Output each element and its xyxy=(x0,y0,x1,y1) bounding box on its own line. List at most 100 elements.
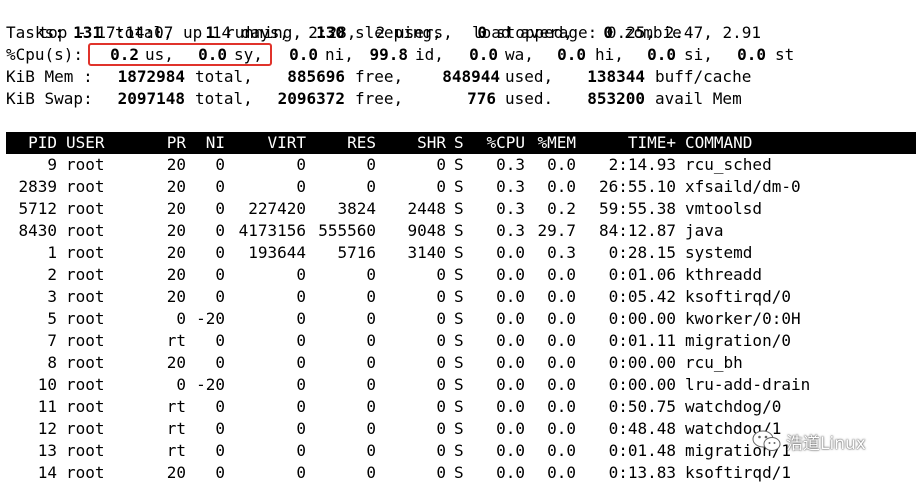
cell-mem: 29.7 xyxy=(537,221,576,240)
cell-pr: 20 xyxy=(166,243,186,262)
cell-mem: 0.0 xyxy=(547,265,576,284)
table-row: 2839 root 20 0 0 0 0 S 0.3 0.0 26:55.10 xfsaild/dm-… xyxy=(0,176,916,198)
cell-ni: 0 xyxy=(215,419,225,438)
tasks-zombie-label: zombie xyxy=(624,23,682,42)
tasks-stopped-label: stopped, xyxy=(496,23,574,42)
cell-mem: 0.0 xyxy=(547,463,576,482)
watermark-text: 浩道Linux xyxy=(786,433,866,454)
cell-pid: 10 xyxy=(37,375,57,394)
cell-virt: 0 xyxy=(296,265,306,284)
cell-cpu: 0.0 xyxy=(496,441,525,460)
mem-free: 885696 xyxy=(287,67,345,86)
cell-mem: 0.0 xyxy=(547,331,576,350)
cell-pr: rt xyxy=(166,331,186,350)
col-s: S xyxy=(454,133,464,152)
cell-time: 0:01.06 xyxy=(608,265,676,284)
swap-used-label: used. xyxy=(505,89,554,108)
cell-user: root xyxy=(66,155,105,174)
cell-virt: 0 xyxy=(296,441,306,460)
cell-cpu: 0.0 xyxy=(496,265,525,284)
cell-virt: 0 xyxy=(296,155,306,174)
cell-res: 0 xyxy=(366,419,376,438)
cell-pr: 20 xyxy=(166,463,186,482)
cell-virt: 0 xyxy=(296,397,306,416)
cell-s: S xyxy=(454,265,464,284)
cell-pr: rt xyxy=(166,441,186,460)
table-row: 5712 root 20 0 227420 3824 2448 S 0.3 0.2 59:55.38… xyxy=(0,198,916,220)
cell-mem: 0.3 xyxy=(547,243,576,262)
cell-shr: 0 xyxy=(436,309,446,328)
cell-res: 0 xyxy=(366,309,376,328)
cell-user: root xyxy=(66,375,105,394)
cell-command: migration/0 xyxy=(685,331,791,350)
cell-s: S xyxy=(454,221,464,240)
mem-used: 848944 xyxy=(442,67,500,86)
tasks-total: 131 xyxy=(73,23,102,42)
cell-pid: 12 xyxy=(37,419,57,438)
cell-user: root xyxy=(66,353,105,372)
cell-command: kthreadd xyxy=(685,265,763,284)
tasks-line: Tasks: 131 total, 1 running, 130 sleepin… xyxy=(0,22,916,44)
table-row: 8 root 20 0 0 0 0 S 0.0 0.0 0:00.00 rcu_bh xyxy=(0,352,916,374)
cell-pr: 20 xyxy=(166,155,186,174)
cell-pid: 2 xyxy=(47,265,57,284)
cell-time: 2:14.93 xyxy=(608,155,676,174)
cell-command: watchdog/0 xyxy=(685,397,782,416)
col-pid: PID xyxy=(28,133,57,152)
cell-shr: 0 xyxy=(436,397,446,416)
swap-line: KiB Swap: 2097148 total, 2096372 free, 7… xyxy=(0,88,916,110)
swap-free: 2096372 xyxy=(277,89,345,108)
cell-shr: 0 xyxy=(436,353,446,372)
cell-time: 0:01.11 xyxy=(608,331,676,350)
col-user: USER xyxy=(66,133,105,152)
col-cpu: %CPU xyxy=(486,133,525,152)
col-virt: VIRT xyxy=(267,133,306,152)
swap-label: KiB Swap: xyxy=(6,89,93,108)
mem-free-label: free, xyxy=(355,67,404,86)
cpu-ni-label: ni, xyxy=(325,45,354,64)
swap-avail-label: avail Mem xyxy=(655,89,742,108)
col-time: TIME+ xyxy=(627,133,676,152)
cell-time: 0:01.48 xyxy=(608,441,676,460)
cell-command: vmtoolsd xyxy=(685,199,763,218)
cell-pid: 14 xyxy=(37,463,57,482)
cell-command: xfsaild/dm-0 xyxy=(685,177,801,196)
cell-user: root xyxy=(66,243,105,262)
cell-virt: 227420 xyxy=(248,199,306,218)
cell-s: S xyxy=(454,419,464,438)
cell-pid: 1 xyxy=(47,243,57,262)
cell-virt: 0 xyxy=(296,177,306,196)
cell-res: 0 xyxy=(366,331,376,350)
swap-total-label: total, xyxy=(195,89,253,108)
cell-res: 0 xyxy=(366,353,376,372)
tasks-running-label: running, xyxy=(225,23,303,42)
cpu-hi-label: hi, xyxy=(595,45,624,64)
cell-user: root xyxy=(66,463,105,482)
cell-command: rcu_bh xyxy=(685,353,743,372)
cell-s: S xyxy=(454,397,464,416)
cell-mem: 0.0 xyxy=(547,309,576,328)
cell-s: S xyxy=(454,353,464,372)
cell-res: 0 xyxy=(366,287,376,306)
cell-cpu: 0.3 xyxy=(496,199,525,218)
cell-virt: 0 xyxy=(296,309,306,328)
cell-s: S xyxy=(454,463,464,482)
cell-res: 0 xyxy=(366,441,376,460)
cell-ni: 0 xyxy=(215,243,225,262)
cell-s: S xyxy=(454,441,464,460)
cell-pid: 2839 xyxy=(18,177,57,196)
cpu-hi: 0.0 xyxy=(557,45,586,64)
cpu-label: %Cpu(s): xyxy=(6,45,84,64)
col-res: RES xyxy=(347,133,376,152)
cell-shr: 0 xyxy=(436,287,446,306)
tasks-sleeping: 130 xyxy=(316,23,345,42)
cell-time: 0:48.48 xyxy=(608,419,676,438)
cell-ni: 0 xyxy=(215,287,225,306)
tasks-running: 1 xyxy=(205,23,215,42)
cell-ni: 0 xyxy=(215,199,225,218)
cell-s: S xyxy=(454,177,464,196)
cell-res: 3824 xyxy=(337,199,376,218)
table-row: 3 root 20 0 0 0 0 S 0.0 0.0 0:05.42 ksoftirqd/0 xyxy=(0,286,916,308)
cell-cpu: 0.0 xyxy=(496,463,525,482)
col-shr: SHR xyxy=(417,133,446,152)
